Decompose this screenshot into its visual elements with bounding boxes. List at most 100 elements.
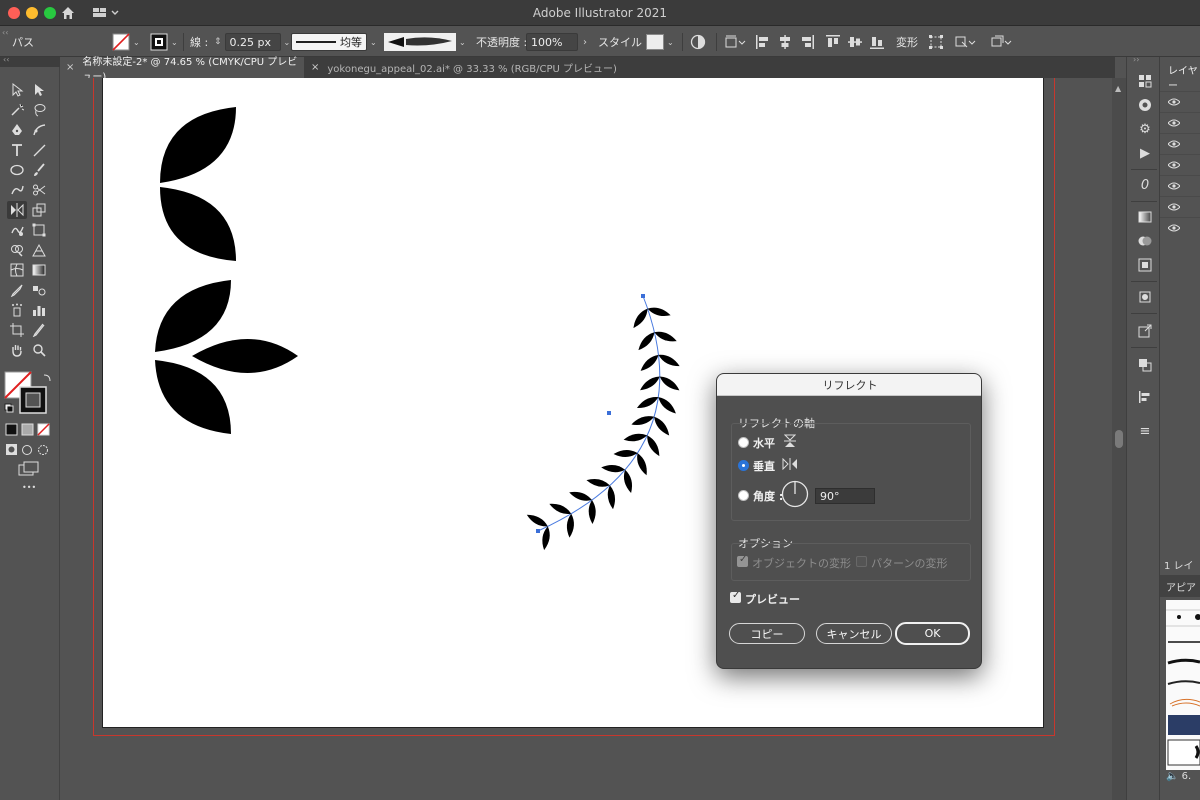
workspace-switcher-icon[interactable]	[92, 5, 120, 21]
free-transform-tool-icon[interactable]	[29, 221, 49, 239]
symbols-icon[interactable]	[1137, 289, 1153, 305]
shaper-tool-icon[interactable]	[7, 181, 27, 199]
blend-tool-icon[interactable]	[29, 281, 49, 299]
angle-dial[interactable]	[781, 480, 809, 508]
preview-label[interactable]: プレビュー	[745, 591, 800, 607]
direct-selection-tool-icon[interactable]	[29, 81, 49, 99]
chevron-down-icon[interactable]: ⌄	[284, 38, 291, 47]
axis-horizontal-label[interactable]: 水平	[753, 435, 775, 451]
visibility-eye-icon[interactable]	[1168, 140, 1180, 148]
align-left-icon[interactable]	[755, 27, 771, 57]
close-tab-icon[interactable]: ×	[66, 62, 74, 73]
scale-tool-icon[interactable]	[29, 201, 49, 219]
brush-definition-select[interactable]: ⌄	[384, 27, 466, 57]
fill-stroke-swatches[interactable]	[4, 371, 54, 417]
preview-checkbox[interactable]	[730, 590, 741, 603]
axis-vertical-label[interactable]: 垂直	[753, 458, 775, 474]
align-middle-icon[interactable]	[847, 27, 863, 57]
stepper-icon[interactable]: ⇕	[214, 37, 222, 47]
transform-objects-checkbox[interactable]	[737, 554, 748, 567]
align-to-icon[interactable]	[724, 27, 746, 57]
axis-vertical-radio[interactable]	[738, 460, 749, 471]
tab-document-1[interactable]: × 名称未設定-2* @ 74.65 % (CMYK/CPU プレビュー)	[60, 57, 304, 83]
axis-horizontal-radio[interactable]	[738, 437, 749, 448]
screen-mode-icon[interactable]	[18, 461, 40, 477]
home-icon[interactable]	[60, 5, 76, 21]
layer-row[interactable]	[1160, 91, 1200, 112]
axis-angle-radio[interactable]	[738, 490, 749, 501]
align-bottom-icon[interactable]	[869, 27, 885, 57]
brushes-icon[interactable]: 0	[1137, 177, 1153, 193]
gradient-tool-icon[interactable]	[29, 261, 49, 279]
symbol-sprayer-tool-icon[interactable]	[7, 301, 27, 319]
opacity-field[interactable]: 100%	[526, 33, 578, 51]
slice-tool-icon[interactable]	[29, 321, 49, 339]
dialog-title[interactable]: リフレクト	[717, 374, 981, 396]
visibility-eye-icon[interactable]	[1168, 224, 1180, 232]
transform-button[interactable]: 変形	[896, 27, 918, 57]
chevron-down-icon[interactable]: ⌄	[667, 38, 674, 47]
recolor-artwork-icon[interactable]	[690, 27, 706, 57]
vertical-scrollbar[interactable]: ▲	[1112, 78, 1126, 800]
more-tools-icon[interactable]: •••	[22, 483, 36, 492]
scissors-tool-icon[interactable]	[29, 181, 49, 199]
align-panel-icon[interactable]	[1137, 389, 1153, 405]
visibility-eye-icon[interactable]	[1168, 182, 1180, 190]
chevron-right-icon[interactable]: ›	[583, 37, 587, 48]
visibility-eye-icon[interactable]	[1168, 119, 1180, 127]
line-tool-icon[interactable]	[29, 141, 49, 159]
menu-icon[interactable]: ≡	[1137, 423, 1153, 439]
lasso-tool-icon[interactable]	[29, 101, 49, 119]
eyedropper-tool-icon[interactable]	[7, 281, 27, 299]
brush-library-list[interactable]	[1166, 600, 1200, 770]
appearance-icon[interactable]	[1137, 257, 1153, 273]
visibility-eye-icon[interactable]	[1168, 98, 1180, 106]
magic-wand-tool-icon[interactable]	[7, 101, 27, 119]
chevron-down-icon[interactable]: ⌄	[459, 38, 466, 47]
mesh-tool-icon[interactable]	[7, 261, 27, 279]
maximize-window-button[interactable]	[44, 7, 56, 19]
hand-tool-icon[interactable]	[7, 341, 27, 359]
ellipse-tool-icon[interactable]	[7, 161, 27, 179]
opacity-label[interactable]: 不透明度 :	[476, 27, 527, 57]
curvature-tool-icon[interactable]	[29, 121, 49, 139]
layer-row[interactable]	[1160, 112, 1200, 133]
shape-builder-tool-icon[interactable]	[7, 241, 27, 259]
layer-row[interactable]	[1160, 133, 1200, 154]
close-window-button[interactable]	[8, 7, 20, 19]
stroke-weight-field[interactable]: 0.25 px	[224, 33, 281, 51]
paintbrush-tool-icon[interactable]	[29, 161, 49, 179]
isolate-object-icon[interactable]	[954, 27, 976, 57]
tab-layers[interactable]: レイヤー	[1160, 66, 1200, 92]
drawing-mode-icon[interactable]	[5, 443, 55, 457]
layer-row[interactable]	[1160, 154, 1200, 175]
layer-row[interactable]	[1160, 217, 1200, 238]
transform-bounds-icon[interactable]	[928, 27, 944, 57]
transparency-icon[interactable]	[1137, 233, 1153, 249]
copy-button[interactable]: コピー	[729, 623, 805, 644]
export-icon[interactable]	[1137, 323, 1153, 339]
close-tab-icon[interactable]: ×	[311, 62, 319, 73]
visibility-eye-icon[interactable]	[1168, 203, 1180, 211]
collapse-icon[interactable]: ››	[1133, 55, 1139, 64]
toolbar-grip[interactable]: ‹‹	[0, 55, 60, 67]
reflect-tool-icon[interactable]	[7, 201, 27, 219]
color-guide-icon[interactable]	[1137, 97, 1153, 113]
angle-input[interactable]: 90°	[815, 488, 875, 504]
warp-tool-icon[interactable]	[7, 221, 27, 239]
scroll-up-icon[interactable]: ▲	[1115, 84, 1121, 93]
artboard-tool-icon[interactable]	[7, 321, 27, 339]
minimize-window-button[interactable]	[26, 7, 38, 19]
column-graph-tool-icon[interactable]	[29, 301, 49, 319]
tab-document-2[interactable]: × yokonegu_appeal_02.ai* @ 33.33 % (RGB/…	[305, 57, 645, 78]
tab-appearance[interactable]: アピア	[1160, 575, 1200, 597]
chevron-down-icon[interactable]: ⌄	[370, 38, 377, 47]
layer-row[interactable]	[1160, 196, 1200, 217]
type-tool-icon[interactable]	[7, 141, 27, 159]
align-right-icon[interactable]	[799, 27, 815, 57]
panel-collapse-icon[interactable]: ‹‹	[2, 17, 8, 47]
visibility-eye-icon[interactable]	[1168, 161, 1180, 169]
scroll-thumb[interactable]	[1115, 430, 1123, 448]
arrange-documents-icon[interactable]	[990, 27, 1012, 57]
perspective-grid-tool-icon[interactable]	[29, 241, 49, 259]
